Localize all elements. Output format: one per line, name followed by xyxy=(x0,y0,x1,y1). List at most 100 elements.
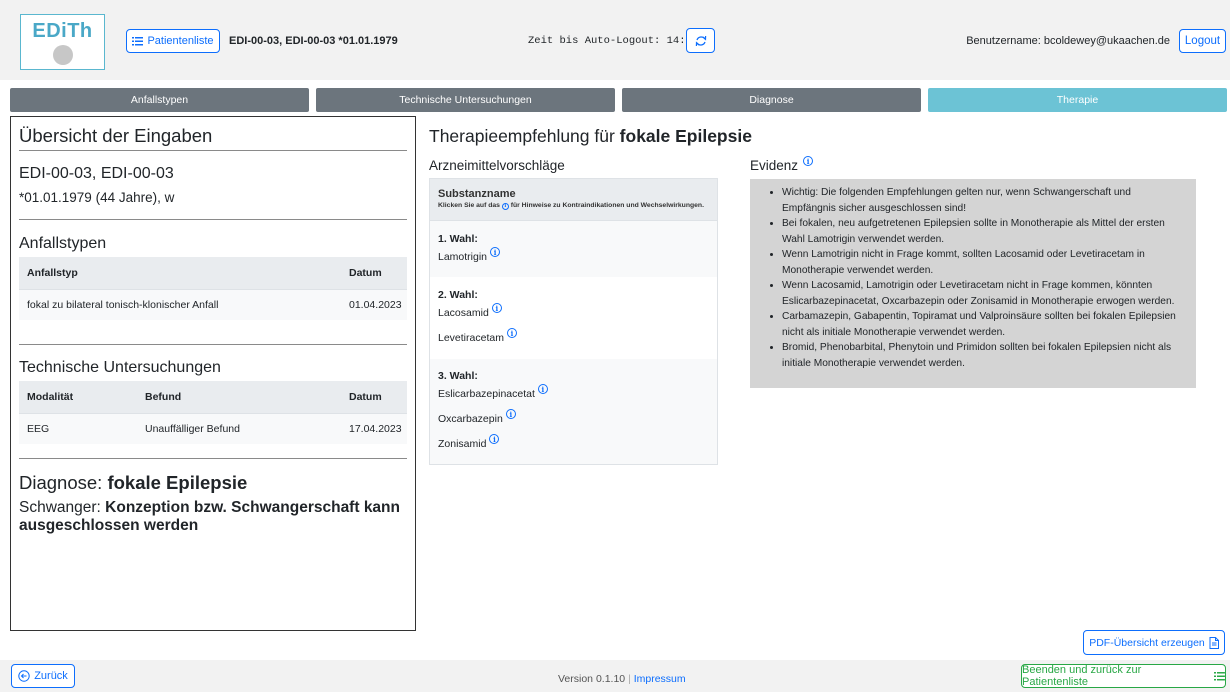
list-item: Carbamazepin, Gabapentin, Topiramat und … xyxy=(782,309,1186,340)
exam-modality: EEG xyxy=(27,423,50,435)
brain-icon xyxy=(52,45,73,65)
divider xyxy=(19,219,407,220)
therapy-title-prefix: Therapieempfehlung für xyxy=(429,126,620,146)
info-icon: i xyxy=(501,202,509,210)
info-icon[interactable]: i xyxy=(490,247,501,257)
tab-therapie[interactable]: Therapie xyxy=(928,88,1227,112)
overview-title: Übersicht der Eingaben xyxy=(19,125,213,146)
info-icon[interactable]: i xyxy=(491,303,502,313)
refresh-icon xyxy=(695,35,706,46)
drug-suggestions-title: Arzneimittelvorschläge xyxy=(429,158,565,173)
seizure-date: 01.04.2023 xyxy=(349,299,402,311)
back-label: Zurück xyxy=(34,670,68,682)
diagnosis-label: Diagnose: xyxy=(19,472,108,493)
list-item: Bromid, Phenobarbital, Phenytoin und Pri… xyxy=(782,340,1186,371)
patient-list-button[interactable]: Patientenliste xyxy=(126,29,220,53)
divider xyxy=(19,150,407,151)
list-item: Wenn Lamotrigin nicht in Frage kommt, so… xyxy=(782,247,1186,278)
arrow-left-circle-icon xyxy=(18,670,30,682)
list-item: Wichtig: Die folgenden Empfehlungen gelt… xyxy=(782,185,1186,216)
drug-item-zonisamid: Zonisamid i xyxy=(438,434,500,450)
group-title: 2. Wahl: xyxy=(438,289,478,301)
col-anfallstyp: Anfallstyp xyxy=(27,267,78,279)
drug-group-third-choice: 3. Wahl: Eslicarbazepinacetat i Oxcarbaze… xyxy=(430,359,717,464)
drug-name: Lamotrigin xyxy=(438,251,488,263)
exams-table: Modalität Befund Datum EEG Unauffälliger… xyxy=(19,381,407,444)
evidence-title: Evidenz i xyxy=(750,156,814,173)
auto-logout-timer: Zeit bis Auto-Logout: 14:40 xyxy=(528,35,699,47)
pdf-button-label: PDF-Übersicht erzeugen xyxy=(1089,636,1205,649)
info-icon[interactable]: i xyxy=(803,156,814,166)
col-datum: Datum xyxy=(349,267,382,279)
table-header: Anfallstyp Datum xyxy=(19,257,407,289)
group-title: 3. Wahl: xyxy=(438,370,478,382)
drug-group-first-choice: 1. Wahl: Lamotrigin i xyxy=(430,221,717,277)
separator: | xyxy=(628,673,631,685)
substance-hint: Klicken Sie auf das i für Hinweise zu Ko… xyxy=(438,202,709,210)
table-row: fokal zu bilateral tonisch-klonischer An… xyxy=(19,289,407,320)
file-pdf-icon xyxy=(1209,636,1219,649)
evidence-title-text: Evidenz xyxy=(750,158,799,173)
patient-list-label: Patientenliste xyxy=(147,35,214,47)
tab-anfallstypen[interactable]: Anfallstypen xyxy=(10,88,309,112)
seizures-heading: Anfallstypen xyxy=(19,235,107,252)
patient-header-info: EDI-00-03, EDI-00-03 *01.01.1979 xyxy=(229,35,398,47)
drug-name: Lacosamid xyxy=(438,307,489,319)
end-button-label: Beenden und zurück zur Patientenliste xyxy=(1022,664,1142,688)
end-and-return-button[interactable]: Beenden und zurück zur Patientenliste xyxy=(1021,664,1226,688)
substance-header: Substanzname Klicken Sie auf das i für H… xyxy=(430,179,717,221)
exam-finding: Unauffälliger Befund xyxy=(145,423,240,435)
substance-header-title: Substanzname xyxy=(438,188,516,200)
substance-hint-post: für Hinweise zu Kontraindikationen und W… xyxy=(508,202,704,209)
drug-name: Eslicarbazepinacetat xyxy=(438,388,535,400)
info-icon[interactable]: i xyxy=(489,434,500,444)
tab-technische-untersuchungen[interactable]: Technische Untersuchungen xyxy=(316,88,615,112)
imprint-link[interactable]: Impressum xyxy=(634,673,686,685)
drug-name: Oxcarbazepin xyxy=(438,413,503,425)
substance-hint-pre: Klicken Sie auf das xyxy=(438,202,502,209)
diagnosis-value: fokale Epilepsie xyxy=(107,472,248,493)
group-title: 1. Wahl: xyxy=(438,233,478,245)
list-item: Bei fokalen, neu aufgetretenen Epilepsie… xyxy=(782,216,1186,247)
list-item: Wenn Lacosamid, Lamotrigin oder Levetira… xyxy=(782,278,1186,309)
logout-button[interactable]: Logout xyxy=(1179,29,1226,53)
diagnosis-summary: Diagnose: fokale Epilepsie xyxy=(19,472,247,494)
patient-name: EDI-00-03, EDI-00-03 xyxy=(19,165,174,182)
list-icon xyxy=(1214,671,1225,680)
col-datum: Datum xyxy=(349,391,382,403)
col-befund: Befund xyxy=(145,391,182,403)
drug-suggestions-table: Substanzname Klicken Sie auf das i für H… xyxy=(429,178,718,465)
version-info: Version 0.1.10 | Impressum xyxy=(558,673,686,685)
exam-date: 17.04.2023 xyxy=(349,423,402,435)
table-row: EEG Unauffälliger Befund 17.04.2023 xyxy=(19,413,407,444)
overview-panel: Übersicht der Eingaben EDI-00-03, EDI-00… xyxy=(10,116,416,631)
version-text: Version 0.1.10 xyxy=(558,673,626,685)
list-icon xyxy=(132,36,144,45)
username-label: Benutzername: bcoldewey@ukaachen.de xyxy=(966,35,1170,47)
info-icon[interactable]: i xyxy=(506,328,517,338)
seizures-table: Anfallstyp Datum fokal zu bilateral toni… xyxy=(19,257,407,320)
therapy-title: Therapieempfehlung für fokale Epilepsie xyxy=(429,126,752,147)
pregnancy-summary: Schwanger: Konzeption bzw. Schwangerscha… xyxy=(19,499,404,535)
evidence-list: Wichtig: Die folgenden Empfehlungen gelt… xyxy=(758,185,1186,371)
drug-item-lacosamid: Lacosamid i xyxy=(438,303,502,319)
generate-pdf-button[interactable]: PDF-Übersicht erzeugen xyxy=(1083,630,1225,655)
evidence-box: Wichtig: Die folgenden Empfehlungen gelt… xyxy=(750,179,1196,388)
drug-item-lamotrigin: Lamotrigin i xyxy=(438,247,501,263)
edith-logo: EDiTh xyxy=(20,14,105,70)
patient-birth-info: *01.01.1979 (44 Jahre), w xyxy=(19,190,175,205)
refresh-session-button[interactable] xyxy=(686,28,715,53)
drug-group-second-choice: 2. Wahl: Lacosamid i Levetiracetam i xyxy=(430,277,717,359)
tab-diagnose[interactable]: Diagnose xyxy=(622,88,921,112)
divider xyxy=(19,344,407,345)
drug-item-levetiracetam: Levetiracetam i xyxy=(438,328,517,344)
logo-text: EDiTh xyxy=(32,20,93,42)
divider xyxy=(19,458,407,459)
col-modalitaet: Modalität xyxy=(27,391,74,403)
drug-item-oxcarbazepin: Oxcarbazepin i xyxy=(438,409,516,425)
back-button[interactable]: Zurück xyxy=(11,664,75,688)
info-icon[interactable]: i xyxy=(505,409,516,419)
info-icon[interactable]: i xyxy=(537,384,548,394)
therapy-title-diagnosis: fokale Epilepsie xyxy=(619,126,752,146)
table-header: Modalität Befund Datum xyxy=(19,381,407,413)
